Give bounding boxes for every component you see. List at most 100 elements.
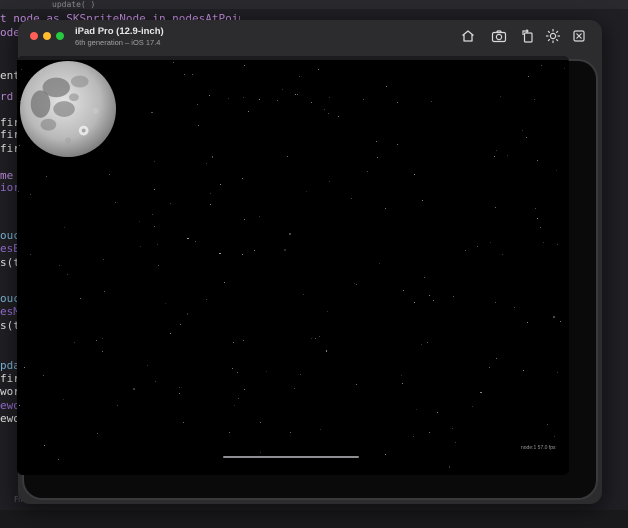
star bbox=[310, 338, 312, 340]
star bbox=[205, 163, 207, 165]
star bbox=[556, 170, 557, 171]
star bbox=[402, 290, 404, 291]
star bbox=[219, 252, 221, 254]
star bbox=[494, 206, 496, 208]
star bbox=[74, 342, 76, 344]
minimize-button[interactable] bbox=[43, 32, 51, 40]
star bbox=[154, 380, 156, 382]
star bbox=[396, 102, 398, 103]
game-scene[interactable]: node:1 57.0 fps bbox=[17, 56, 569, 475]
star bbox=[557, 243, 559, 245]
star bbox=[248, 111, 249, 113]
star bbox=[337, 115, 339, 117]
star bbox=[258, 98, 260, 100]
star bbox=[154, 226, 156, 227]
zoom-button[interactable] bbox=[56, 32, 64, 40]
star bbox=[139, 221, 141, 223]
editor-tab[interactable]: update( ) bbox=[52, 0, 95, 9]
star bbox=[24, 366, 25, 368]
keyboard-icon[interactable] bbox=[571, 28, 587, 44]
star bbox=[432, 299, 434, 301]
star bbox=[179, 323, 181, 325]
star bbox=[258, 216, 260, 218]
star bbox=[153, 189, 155, 191]
star bbox=[521, 130, 523, 132]
star bbox=[553, 316, 555, 318]
star bbox=[375, 141, 377, 143]
star bbox=[154, 161, 156, 162]
star bbox=[97, 433, 99, 435]
camera-icon[interactable] bbox=[491, 28, 507, 44]
star bbox=[242, 339, 245, 342]
star bbox=[527, 75, 529, 77]
star bbox=[325, 350, 328, 352]
star bbox=[328, 96, 330, 98]
star bbox=[152, 213, 153, 215]
star bbox=[476, 245, 478, 247]
star bbox=[490, 242, 492, 243]
home-indicator[interactable] bbox=[223, 456, 359, 458]
star bbox=[385, 207, 387, 209]
home-icon[interactable] bbox=[460, 28, 476, 44]
editor-bottom-strip bbox=[0, 510, 628, 528]
star bbox=[156, 243, 158, 245]
star bbox=[198, 124, 200, 126]
star bbox=[506, 155, 508, 157]
star bbox=[451, 427, 453, 429]
star bbox=[58, 458, 60, 460]
star bbox=[196, 103, 199, 106]
editor-tab-bar[interactable]: update( ) bbox=[0, 0, 628, 9]
star bbox=[186, 313, 189, 315]
star bbox=[428, 294, 430, 296]
star bbox=[329, 181, 331, 183]
star bbox=[114, 202, 116, 204]
star bbox=[534, 207, 536, 209]
star bbox=[59, 265, 60, 267]
star bbox=[286, 155, 288, 157]
star bbox=[183, 74, 185, 75]
star bbox=[95, 340, 97, 342]
star bbox=[377, 157, 379, 158]
star bbox=[80, 298, 81, 300]
star bbox=[416, 409, 418, 411]
star bbox=[133, 388, 135, 390]
star bbox=[211, 156, 214, 158]
star bbox=[192, 73, 194, 75]
fps-debug-label: node:1 57.0 fps bbox=[521, 445, 556, 451]
star bbox=[30, 253, 32, 255]
star bbox=[431, 101, 433, 103]
star bbox=[362, 99, 364, 101]
star bbox=[367, 171, 369, 173]
rotate-icon[interactable] bbox=[520, 28, 536, 44]
star bbox=[44, 445, 46, 447]
star bbox=[281, 89, 283, 91]
star bbox=[227, 97, 229, 99]
star bbox=[66, 274, 68, 275]
star bbox=[379, 262, 381, 264]
moon-sprite[interactable] bbox=[19, 60, 117, 158]
star bbox=[289, 233, 291, 235]
star bbox=[314, 338, 316, 339]
star bbox=[284, 249, 286, 251]
star bbox=[276, 99, 278, 101]
star bbox=[318, 336, 320, 338]
simulator-title-bar[interactable]: iPad Pro (12.9-inch) 6th generation – iO… bbox=[18, 20, 602, 52]
star bbox=[437, 412, 439, 414]
star bbox=[543, 242, 545, 244]
star bbox=[318, 68, 320, 70]
star bbox=[356, 384, 358, 386]
star bbox=[413, 302, 415, 303]
star bbox=[231, 368, 233, 370]
star bbox=[553, 435, 555, 437]
star bbox=[157, 264, 160, 267]
star bbox=[324, 109, 326, 111]
star bbox=[169, 332, 171, 334]
star bbox=[237, 371, 239, 373]
close-button[interactable] bbox=[30, 32, 38, 40]
star bbox=[45, 176, 47, 178]
sun-icon[interactable] bbox=[545, 28, 561, 44]
star bbox=[536, 218, 538, 219]
star bbox=[429, 431, 430, 433]
star bbox=[228, 431, 230, 433]
star bbox=[541, 64, 543, 66]
